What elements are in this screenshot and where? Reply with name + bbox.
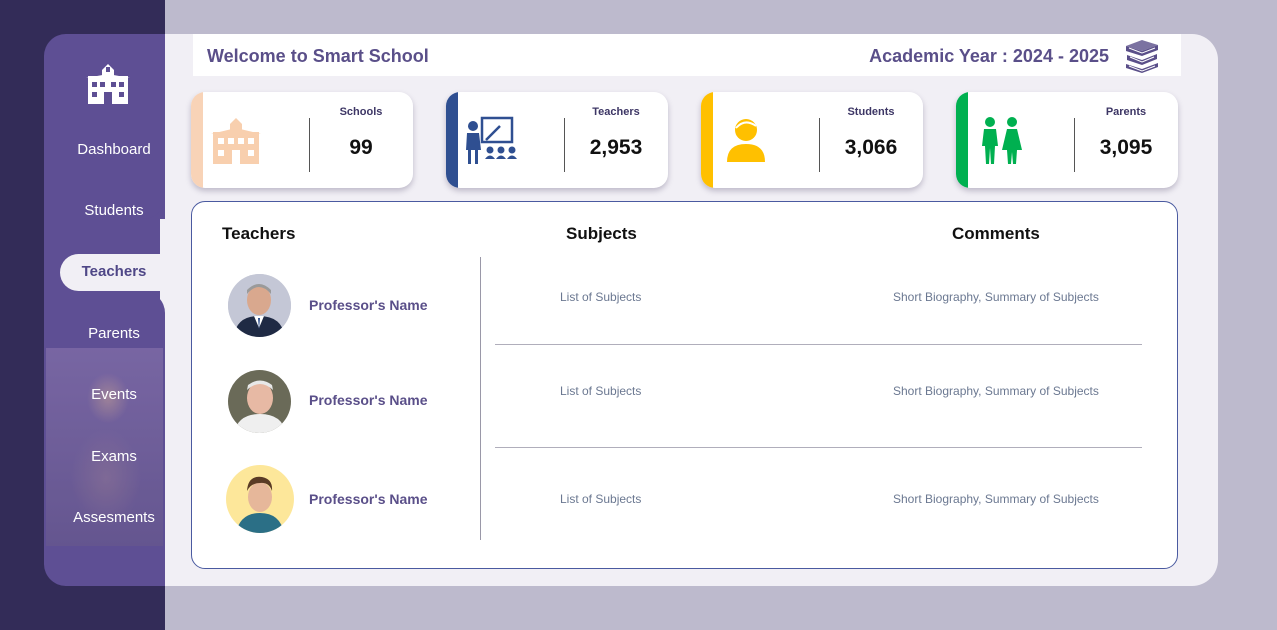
- stat-value: 99: [349, 136, 373, 159]
- stat-label: Parents: [1105, 106, 1147, 118]
- sidebar-item-parents[interactable]: Parents: [44, 319, 184, 349]
- stat-value: 3,095: [1099, 136, 1153, 159]
- sidebar-item-students[interactable]: Students: [44, 196, 184, 226]
- avatar: [226, 465, 294, 533]
- row-divider: [495, 344, 1142, 345]
- avatar: [228, 274, 291, 337]
- column-divider: [480, 257, 481, 540]
- sidebar-item-assesments[interactable]: Assesments: [44, 503, 184, 533]
- page-title: Welcome to Smart School: [207, 46, 429, 66]
- sidebar-item-exams[interactable]: Exams: [44, 442, 184, 472]
- comments-cell: Short Biography, Summary of Subjects: [893, 290, 1099, 304]
- stat-label: Students: [847, 106, 895, 118]
- teacher-icon: [466, 116, 517, 164]
- school-icon: [211, 118, 261, 164]
- row-divider: [495, 447, 1142, 448]
- stat-card-parents: Parents 3,095: [956, 92, 1178, 188]
- sidebar-item-dashboard[interactable]: Dashboard: [44, 135, 184, 165]
- stat-accent: [191, 92, 203, 188]
- column-header-teachers: Teachers: [222, 224, 296, 243]
- school-logo-icon: [86, 64, 130, 104]
- comments-cell: Short Biography, Summary of Subjects: [893, 492, 1099, 506]
- stat-accent: [701, 92, 713, 188]
- teachers-table: Teachers Subjects Comments Professor's N…: [191, 201, 1178, 569]
- books-icon: [1126, 40, 1158, 73]
- comments-cell: Short Biography, Summary of Subjects: [893, 384, 1099, 398]
- sidebar-item-events[interactable]: Events: [44, 380, 184, 410]
- subjects-cell: List of Subjects: [560, 384, 642, 398]
- subjects-cell: List of Subjects: [560, 290, 642, 304]
- subjects-cell: List of Subjects: [560, 492, 642, 506]
- stat-label: Schools: [339, 106, 383, 118]
- avatar: [228, 370, 291, 433]
- professor-name: Professor's Name: [309, 491, 428, 507]
- professor-name: Professor's Name: [309, 297, 428, 313]
- parents-icon: [982, 117, 1022, 164]
- stat-accent: [956, 92, 968, 188]
- sidebar-item-teachers[interactable]: Teachers: [60, 257, 168, 287]
- stat-value: 2,953: [589, 136, 643, 159]
- stat-label: Teachers: [592, 106, 640, 118]
- stat-card-schools: Schools 99: [191, 92, 413, 188]
- stat-accent: [446, 92, 458, 188]
- professor-name: Professor's Name: [309, 392, 428, 408]
- student-icon: [727, 119, 765, 162]
- column-header-subjects: Subjects: [566, 224, 637, 243]
- header-bar: Welcome to Smart School Academic Year : …: [193, 34, 1181, 76]
- stat-card-teachers: Teachers 2,953: [446, 92, 668, 188]
- academic-year-label: Academic Year : 2024 - 2025: [869, 46, 1109, 66]
- column-header-comments: Comments: [952, 224, 1040, 243]
- stat-card-students: Students 3,066: [701, 92, 923, 188]
- stat-value: 3,066: [844, 136, 898, 159]
